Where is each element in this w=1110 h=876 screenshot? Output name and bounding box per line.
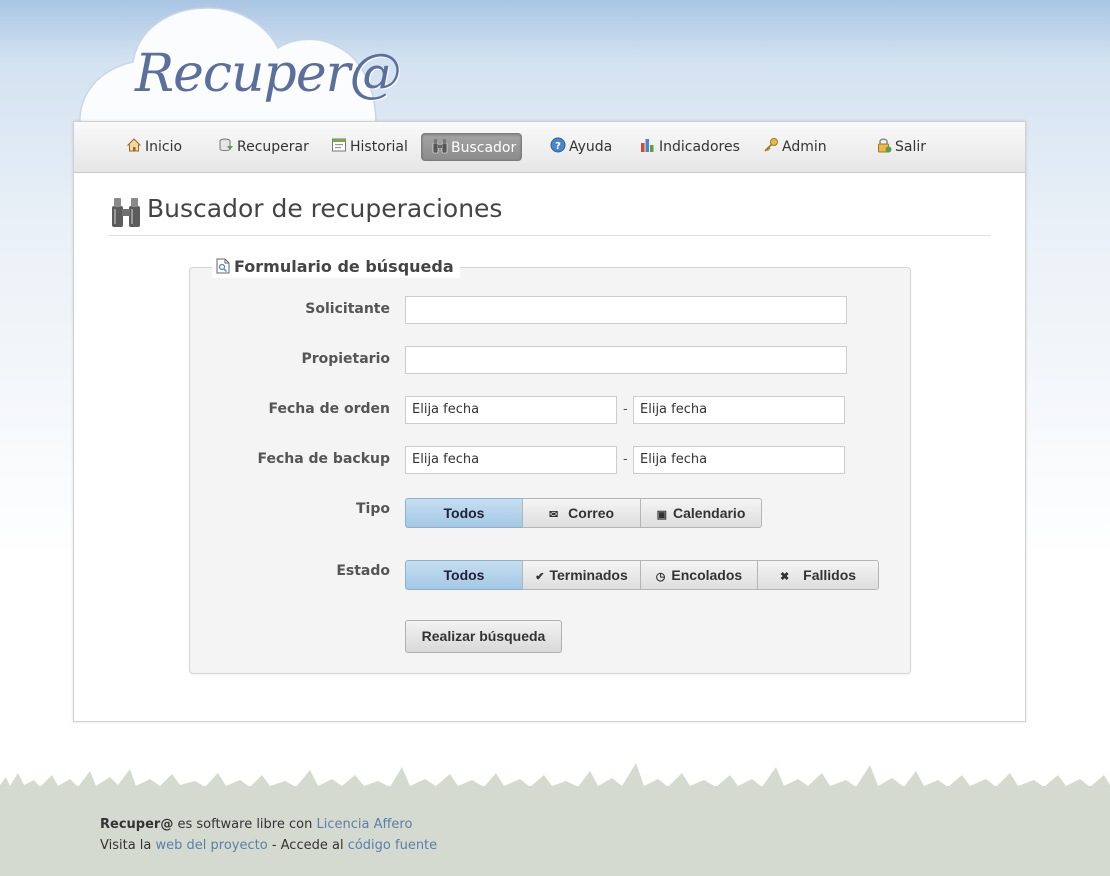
history-icon [332,138,346,152]
nav-admin[interactable]: Admin [753,133,837,161]
nav-buscador[interactable]: Buscador [421,133,522,161]
footer-project-line: Visita la web del proyecto - Accede al c… [100,838,438,853]
fecha-orden-desde-input[interactable]: Elija fecha [405,396,617,424]
database-icon [219,138,233,151]
footer-brand: Recuper@ [100,817,174,832]
bar-chart-icon [641,139,654,152]
fecha-orden-label: Fecha de orden [268,401,390,417]
tipo-calendario-button[interactable]: ▣ Calendario [640,498,762,528]
page-title: Buscador de recuperaciones [147,194,503,223]
estado-fallidos-button[interactable]: ✖ Fallidos [757,560,879,590]
nav-indicadores[interactable]: Indicadores [630,133,750,161]
date-separator: - [623,402,628,417]
fecha-backup-label: Fecha de backup [257,451,390,467]
nav-historial[interactable]: Historial [321,133,418,161]
fecha-orden-hasta-input[interactable]: Elija fecha [633,396,845,424]
nav-inicio[interactable]: Inicio [116,133,192,161]
fecha-backup-hasta-input[interactable]: Elija fecha [633,446,845,474]
fecha-backup-desde-input[interactable]: Elija fecha [405,446,617,474]
title-divider [109,235,991,236]
tipo-label: Tipo [356,501,390,517]
estado-terminados-button[interactable]: ✔ Terminados [522,560,641,590]
estado-label: Estado [336,563,390,579]
estado-todos-button[interactable]: Todos [405,560,523,590]
nav-ayuda[interactable]: ? Ayuda [540,133,622,161]
binoculars-icon [432,139,448,154]
tipo-todos-button[interactable]: Todos [405,498,523,528]
solicitante-input[interactable] [405,296,847,324]
logo-text[interactable]: Recuper@ [135,44,401,104]
main-panel: Inicio Recuperar Historial Buscador ? Ayu… [73,121,1026,722]
nav-salir[interactable]: Salir [866,133,936,161]
help-icon: ? [550,137,566,153]
svg-text:?: ? [555,141,561,152]
nav-recuperar[interactable]: Recuperar [208,133,319,161]
license-link[interactable]: Licencia Affero [316,817,412,832]
footer-license-line: Recuper@ es software libre con Licencia … [100,817,413,832]
main-navbar: Inicio Recuperar Historial Buscador ? Ayu… [74,122,1025,173]
search-submit-button[interactable]: Realizar búsqueda [405,620,562,653]
x-icon: ✖ [779,571,790,583]
form-legend: Formulario de búsqueda [212,256,460,278]
lock-icon [878,138,892,153]
propietario-label: Propietario [301,351,390,367]
estado-encolados-button[interactable]: ◷ Encolados [640,560,758,590]
footer: Recuper@ es software libre con Licencia … [0,786,1110,876]
propietario-input[interactable] [405,346,847,374]
binoculars-icon [112,198,140,227]
key-icon [764,138,778,152]
home-icon [126,138,142,152]
calendar-icon: ▣ [656,509,668,521]
tipo-correo-button[interactable]: ✉ Correo [522,498,641,528]
envelope-icon: ✉ [548,509,559,521]
document-search-icon [216,258,230,274]
source-code-link[interactable]: código fuente [348,838,437,853]
check-icon: ✔ [535,571,545,583]
clock-icon: ◷ [655,571,666,583]
solicitante-label: Solicitante [305,301,390,317]
project-link[interactable]: web del proyecto [156,838,268,853]
date-separator: - [623,452,628,467]
